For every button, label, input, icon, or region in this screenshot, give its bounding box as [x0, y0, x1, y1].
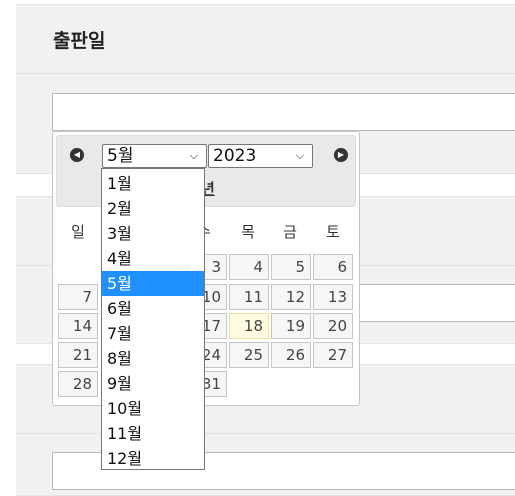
year-select[interactable]: 2023 ⌵ [208, 144, 313, 168]
month-select[interactable]: 5월 ⌵ [102, 144, 207, 168]
day-cell[interactable]: 6 [313, 254, 353, 280]
day-cell[interactable]: 20 [313, 313, 353, 339]
month-option[interactable]: 6월 [102, 296, 204, 321]
month-option[interactable]: 7월 [102, 321, 204, 346]
publish-date-label: 출판일 [53, 30, 106, 52]
day-cell[interactable]: 4 [229, 254, 269, 280]
month-select-value: 5월 [107, 146, 134, 166]
day-cell[interactable]: 19 [271, 313, 311, 339]
weekday-sat: 토 [326, 223, 340, 241]
publish-date-input[interactable] [52, 93, 515, 131]
month-option[interactable]: 11월 [102, 421, 204, 446]
weekday-fri: 금 [283, 223, 297, 241]
day-cell[interactable]: 21 [58, 342, 98, 368]
chevron-down-icon: ⌵ [295, 149, 304, 162]
section-divider [16, 73, 515, 74]
weekday-sun: 일 [71, 223, 85, 241]
section-divider [16, 433, 515, 434]
month-option[interactable]: 10월 [102, 396, 204, 421]
day-cell[interactable]: 12 [271, 284, 311, 310]
day-cell[interactable]: 25 [229, 342, 269, 368]
year-select-value: 2023 [213, 146, 257, 166]
day-cell[interactable]: 27 [313, 342, 353, 368]
month-option[interactable]: 1월 [102, 171, 204, 196]
day-cell[interactable]: 11 [229, 284, 269, 310]
month-option[interactable]: 4월 [102, 246, 204, 271]
month-option[interactable]: 8월 [102, 346, 204, 371]
day-cell[interactable]: 5 [271, 254, 311, 280]
weekday-thu: 목 [241, 223, 255, 241]
day-cell-today[interactable]: 18 [229, 313, 269, 339]
month-option[interactable]: 3월 [102, 221, 204, 246]
next-month-icon[interactable]: ▶ [334, 148, 348, 162]
month-option[interactable]: 12월 [102, 446, 204, 471]
prev-month-icon[interactable]: ◀ [70, 148, 84, 162]
day-cell[interactable]: 13 [313, 284, 353, 310]
month-option-selected[interactable]: 5월 [102, 271, 204, 296]
day-cell[interactable]: 7 [58, 284, 98, 310]
datepicker: ◀ ▶ 5월 ⌵ 2023 ⌵ 년 일 수 목 금 토 3 4 5 6 7 10… [52, 131, 360, 406]
month-dropdown-list: 1월 2월 3월 4월 5월 6월 7월 8월 9월 10월 11월 12월 [101, 168, 205, 470]
day-cell[interactable]: 14 [58, 313, 98, 339]
month-option[interactable]: 2월 [102, 196, 204, 221]
day-cell[interactable]: 28 [58, 371, 98, 397]
chevron-down-icon: ⌵ [189, 149, 198, 162]
month-option[interactable]: 9월 [102, 371, 204, 396]
day-cell[interactable]: 26 [271, 342, 311, 368]
